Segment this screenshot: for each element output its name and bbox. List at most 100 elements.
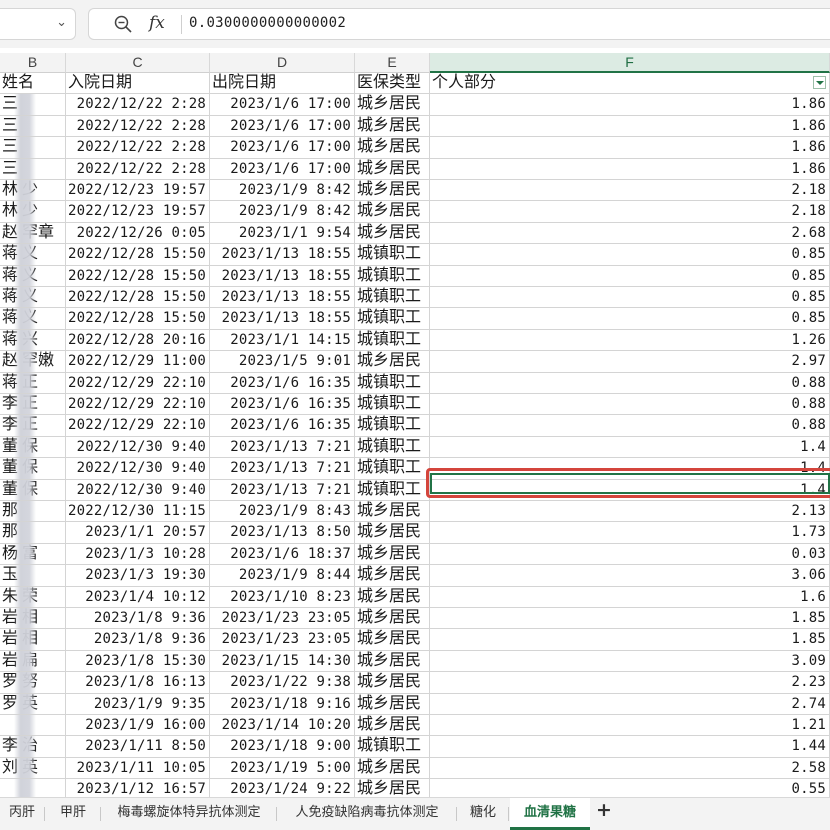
table-cell[interactable]: 3.09 xyxy=(430,650,830,673)
table-cell[interactable]: 2023/1/8 9:36 xyxy=(66,629,210,651)
table-cell[interactable]: 1.73 xyxy=(430,522,830,544)
table-cell[interactable]: 1.86 xyxy=(430,115,830,138)
header-cell[interactable]: 姓名 xyxy=(0,73,66,95)
table-cell[interactable]: 城乡居民 xyxy=(355,158,430,180)
table-cell[interactable]: 李 正 xyxy=(0,415,66,437)
table-cell[interactable]: 罗 英 xyxy=(0,693,66,715)
table-cell[interactable]: 城镇职工 xyxy=(355,415,430,437)
table-cell[interactable]: 2023/1/6 16:35 xyxy=(210,372,355,394)
table-cell[interactable]: 0.55 xyxy=(430,779,830,797)
table-cell[interactable]: 城乡居民 xyxy=(355,222,430,245)
formula-value[interactable]: 0.0300000000000002 xyxy=(189,15,346,31)
table-cell[interactable]: 2023/1/9 8:42 xyxy=(210,180,355,202)
table-cell[interactable]: 城乡居民 xyxy=(355,94,430,116)
fx-icon[interactable]: fx xyxy=(149,13,165,33)
table-cell[interactable]: 城乡居民 xyxy=(355,779,430,797)
table-cell[interactable]: 2022/12/23 19:57 xyxy=(66,180,210,202)
table-cell[interactable]: 2023/1/8 9:36 xyxy=(66,608,210,630)
table-cell[interactable]: 2.58 xyxy=(430,757,830,780)
table-cell[interactable]: 1.4 xyxy=(430,479,830,501)
table-cell[interactable]: 2023/1/13 7:21 xyxy=(210,479,355,501)
table-cell[interactable]: 0.85 xyxy=(430,287,830,309)
table-cell[interactable]: 1.85 xyxy=(430,608,830,630)
header-cell[interactable]: 医保类型 xyxy=(355,73,430,95)
table-cell[interactable]: 城乡居民 xyxy=(355,501,430,523)
table-cell[interactable]: 2.18 xyxy=(430,201,830,223)
table-cell[interactable]: 城镇职工 xyxy=(355,736,430,758)
table-cell[interactable]: 2023/1/6 16:35 xyxy=(210,394,355,416)
table-cell[interactable]: 刘 英 xyxy=(0,757,66,780)
table-cell[interactable]: 0.85 xyxy=(430,265,830,287)
table-cell[interactable]: 2023/1/23 23:05 xyxy=(210,629,355,651)
table-cell[interactable]: 2022/12/22 2:28 xyxy=(66,158,210,180)
table-cell[interactable]: 2023/1/13 7:21 xyxy=(210,458,355,480)
table-cell[interactable]: 1.6 xyxy=(430,586,830,608)
table-cell[interactable]: 罗 努 xyxy=(0,672,66,694)
table-cell[interactable]: 李 正 xyxy=(0,394,66,416)
table-cell[interactable]: 城镇职工 xyxy=(355,436,430,459)
column-header-b[interactable]: B xyxy=(0,53,66,73)
table-cell[interactable]: 2022/12/29 22:10 xyxy=(66,394,210,416)
table-cell[interactable]: 2022/12/28 15:50 xyxy=(66,308,210,330)
table-cell[interactable]: 蒋 正 xyxy=(0,372,66,394)
table-cell[interactable]: 蒋 义 xyxy=(0,308,66,330)
table-cell[interactable]: 2023/1/1 14:15 xyxy=(210,329,355,352)
table-cell[interactable]: 2023/1/23 23:05 xyxy=(210,608,355,630)
table-cell[interactable]: 2023/1/18 9:16 xyxy=(210,693,355,715)
table-cell[interactable]: 2.68 xyxy=(430,222,830,245)
table-cell[interactable]: 城镇职工 xyxy=(355,244,430,266)
column-header-c[interactable]: C xyxy=(66,53,210,73)
table-cell[interactable]: 三 xyxy=(0,115,66,138)
table-cell[interactable]: 城乡居民 xyxy=(355,586,430,608)
table-cell[interactable]: 城乡居民 xyxy=(355,115,430,138)
header-cell[interactable]: 入院日期 xyxy=(66,73,210,95)
table-cell[interactable]: 2022/12/26 0:05 xyxy=(66,222,210,245)
table-cell[interactable]: 1.85 xyxy=(430,629,830,651)
sheet-tab-hiv[interactable]: 人免疫缺陷病毒抗体测定 xyxy=(278,798,456,830)
table-cell[interactable]: 城乡居民 xyxy=(355,757,430,780)
filter-dropdown-icon[interactable] xyxy=(813,76,826,89)
column-header-f[interactable]: F xyxy=(430,53,830,73)
sheet-tab-syphilis[interactable]: 梅毒螺旋体特异抗体测定 xyxy=(102,798,276,830)
sheet-tab-bing-gan[interactable]: 丙肝 xyxy=(0,798,44,830)
table-cell[interactable]: 林 少 xyxy=(0,180,66,202)
table-cell[interactable]: 城乡居民 xyxy=(355,180,430,202)
chevron-down-icon[interactable]: ⌄ xyxy=(56,15,67,30)
table-cell[interactable]: 2023/1/13 18:55 xyxy=(210,244,355,266)
table-cell[interactable]: 2023/1/13 8:50 xyxy=(210,522,355,544)
table-cell[interactable]: 2023/1/9 16:00 xyxy=(66,715,210,737)
table-cell[interactable]: 2022/12/22 2:28 xyxy=(66,115,210,138)
table-cell[interactable]: 城镇职工 xyxy=(355,308,430,330)
header-cell[interactable]: 出院日期 xyxy=(210,73,355,95)
table-cell[interactable]: 董 保 xyxy=(0,458,66,480)
table-cell[interactable]: 2023/1/6 17:00 xyxy=(210,94,355,116)
table-cell[interactable]: 2.23 xyxy=(430,672,830,694)
table-cell[interactable]: 0.88 xyxy=(430,372,830,394)
table-cell[interactable]: 2023/1/3 10:28 xyxy=(66,543,210,566)
table-cell[interactable]: 2023/1/3 19:30 xyxy=(66,565,210,587)
table-cell[interactable]: 2023/1/13 18:55 xyxy=(210,287,355,309)
table-cell[interactable]: 岩 扁 xyxy=(0,650,66,673)
table-cell[interactable]: 2022/12/28 20:16 xyxy=(66,329,210,352)
table-cell[interactable]: 三 xyxy=(0,137,66,159)
table-cell[interactable]: 2022/12/28 15:50 xyxy=(66,265,210,287)
table-cell[interactable]: 董 保 xyxy=(0,436,66,459)
table-cell[interactable]: 蒋 兴 xyxy=(0,329,66,352)
table-cell[interactable]: 2023/1/9 8:42 xyxy=(210,201,355,223)
table-cell[interactable]: 1.4 xyxy=(430,436,830,459)
table-cell[interactable]: 2.74 xyxy=(430,693,830,715)
table-cell[interactable]: 1.86 xyxy=(430,94,830,116)
table-cell[interactable]: 2.97 xyxy=(430,351,830,373)
column-header-e[interactable]: E xyxy=(355,53,430,73)
table-cell[interactable]: 2022/12/23 19:57 xyxy=(66,201,210,223)
table-cell[interactable]: 玉 xyxy=(0,565,66,587)
table-cell[interactable]: 林 少 xyxy=(0,201,66,223)
table-cell[interactable] xyxy=(0,779,66,797)
table-cell[interactable]: 2022/12/30 9:40 xyxy=(66,479,210,501)
table-cell[interactable]: 2022/12/29 22:10 xyxy=(66,415,210,437)
table-cell[interactable]: 2023/1/9 8:44 xyxy=(210,565,355,587)
table-cell[interactable]: 城乡居民 xyxy=(355,137,430,159)
table-cell[interactable]: 那 xyxy=(0,501,66,523)
table-cell[interactable]: 城镇职工 xyxy=(355,329,430,352)
table-cell[interactable]: 岩 相 xyxy=(0,608,66,630)
